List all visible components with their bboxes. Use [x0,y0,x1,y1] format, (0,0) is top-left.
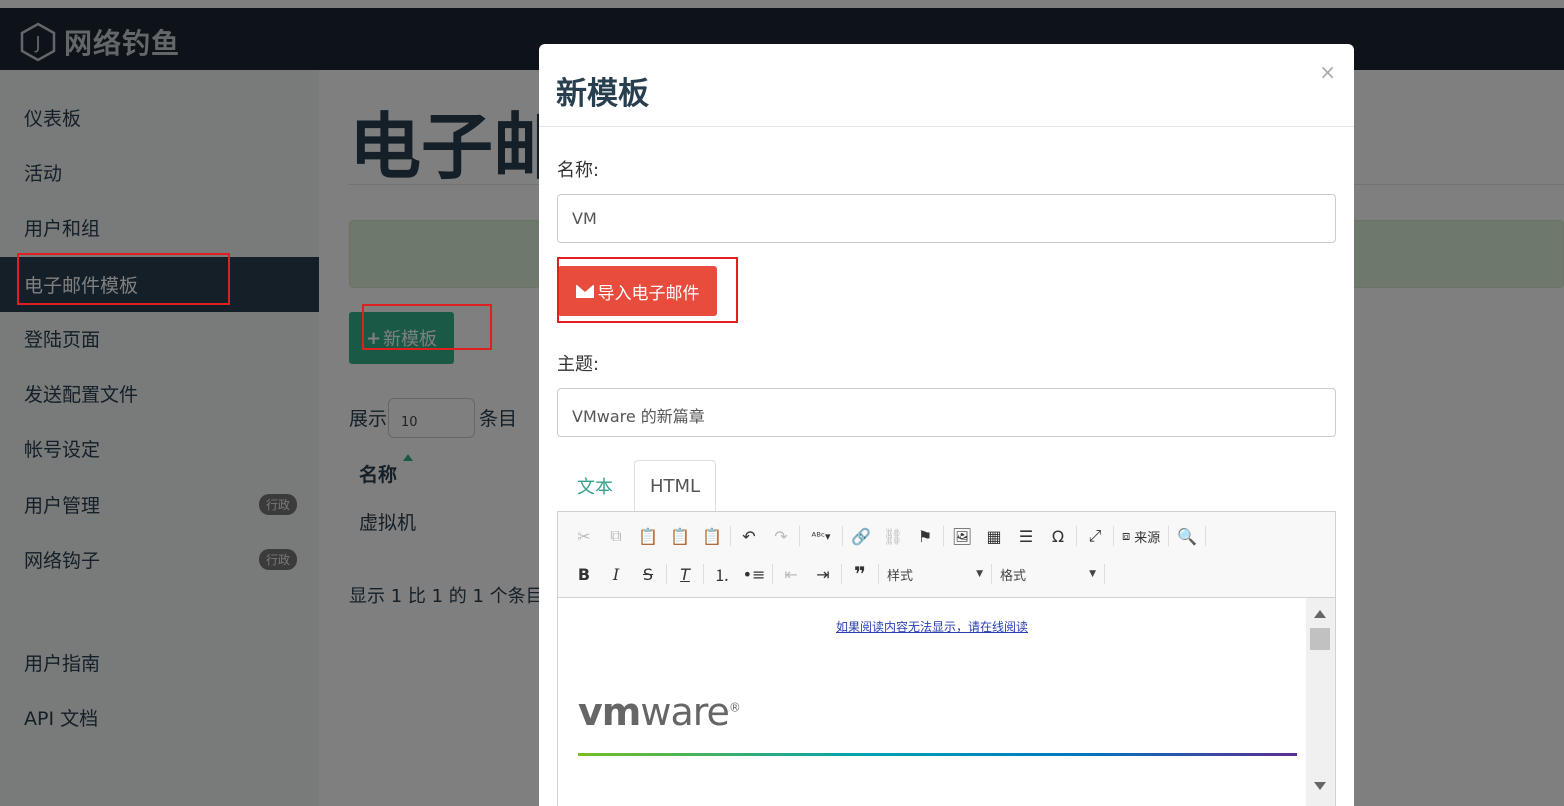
link-icon[interactable]: 🔗 [845,523,877,549]
source-icon: ⧈ [1122,528,1131,544]
annotation-box [557,257,738,323]
tab-text[interactable]: 文本 [557,460,633,512]
annotation-box [362,304,492,350]
toolbar-separator [842,526,843,546]
toolbar-separator [878,564,879,584]
chevron-down-icon: ▼ [976,569,983,579]
indent-icon[interactable]: ⇥ [807,561,839,587]
format-combo-label: 格式 [1000,568,1027,584]
outdent-icon[interactable]: ⇤ [775,561,807,587]
toolbar-separator [666,564,667,584]
scroll-up-arrow-icon[interactable] [1314,610,1326,618]
remove-format-icon[interactable]: T [669,561,701,587]
toolbar-separator [772,564,773,584]
undo-icon[interactable]: ↶ [733,523,765,549]
read-online-link[interactable]: 如果阅读内容无法显示，请在线阅读 [836,618,1028,635]
toolbar-separator [841,564,842,584]
modal-title: 新模板 [556,76,649,112]
paste-text-icon[interactable]: 📋 [664,523,696,549]
copy-icon[interactable]: ⧉ [600,523,632,549]
tab-html[interactable]: HTML [634,460,716,512]
anchor-flag-icon[interactable]: ⚑ [909,523,941,549]
paste-icon[interactable]: 📋 [632,523,664,549]
redo-icon[interactable]: ↷ [765,523,797,549]
strikethrough-icon[interactable]: S [632,561,664,587]
cut-icon[interactable]: ✂ [568,523,600,549]
blockquote-icon[interactable]: ❞ [844,561,876,587]
subject-input[interactable]: VMware 的新篇章 [557,388,1336,437]
toolbar-separator [730,526,731,546]
table-icon[interactable]: ▦ [978,523,1010,549]
editor-toolbar: ✂ ⧉ 📋 📋 📋 ↶ ↷ ᴬᴮᶜ▾ 🔗 ⛓ ⚑ 🖼 ▦ ☰ Ω ⤢ ⧈ 来源 … [558,512,1335,598]
close-icon[interactable]: × [1319,60,1336,84]
source-label: 来源 [1134,530,1161,546]
toolbar-separator [1205,526,1207,546]
scroll-down-arrow-icon[interactable] [1314,782,1326,790]
chevron-down-icon: ▼ [1089,569,1096,579]
toolbar-separator [799,526,800,546]
toolbar-separator [703,564,704,584]
spellcheck-icon[interactable]: ᴬᴮᶜ▾ [802,523,840,549]
vmware-logo-vm: vm [578,690,641,734]
toolbar-separator [1076,526,1077,546]
annotation-box [17,253,230,305]
toolbar-separator [1168,526,1170,546]
name-label: 名称: [557,160,600,181]
source-button[interactable]: ⧈ 来源 [1116,527,1166,546]
style-combo-label: 样式 [887,568,914,584]
italic-icon[interactable]: I [600,561,632,587]
gradient-divider [578,753,1297,756]
vmware-logo: vmware® [578,690,741,734]
subject-label: 主题: [557,354,600,375]
toolbar-separator [943,526,944,546]
unlink-icon[interactable]: ⛓ [877,523,909,549]
scroll-thumb[interactable] [1310,628,1330,650]
name-input[interactable]: VM [557,194,1336,243]
html-editor: ✂ ⧉ 📋 📋 📋 ↶ ↷ ᴬᴮᶜ▾ 🔗 ⛓ ⚑ 🖼 ▦ ☰ Ω ⤢ ⧈ 来源 … [557,511,1336,806]
editor-content[interactable]: 如果阅读内容无法显示，请在线阅读 vmware® [558,598,1306,806]
toolbar-separator [1104,564,1105,584]
vmware-logo-mark: ® [728,700,741,715]
toolbar-separator [1113,526,1114,546]
modal-divider [539,126,1354,127]
maximize-icon[interactable]: ⤢ [1079,523,1111,549]
preview-icon[interactable]: 🔍 [1171,523,1203,549]
toolbar-separator [991,564,992,584]
format-combo[interactable]: 格式 ▼ [994,562,1102,586]
bold-icon[interactable]: B [568,561,600,587]
vmware-logo-ware: ware [640,690,730,734]
horizontal-line-icon[interactable]: ☰ [1010,523,1042,549]
editor-scrollbar[interactable] [1306,598,1335,806]
special-char-icon[interactable]: Ω [1042,523,1074,549]
style-combo[interactable]: 样式 ▼ [881,562,989,586]
new-template-modal: 新模板 × 名称: VM 导入电子邮件 主题: VMware 的新篇章 文本 H… [539,44,1354,806]
paste-word-icon[interactable]: 📋 [696,523,728,549]
numbered-list-icon[interactable]: ⒈ [706,561,738,587]
bullet-list-icon[interactable]: •≡ [738,561,770,587]
image-icon[interactable]: 🖼 [946,523,978,549]
